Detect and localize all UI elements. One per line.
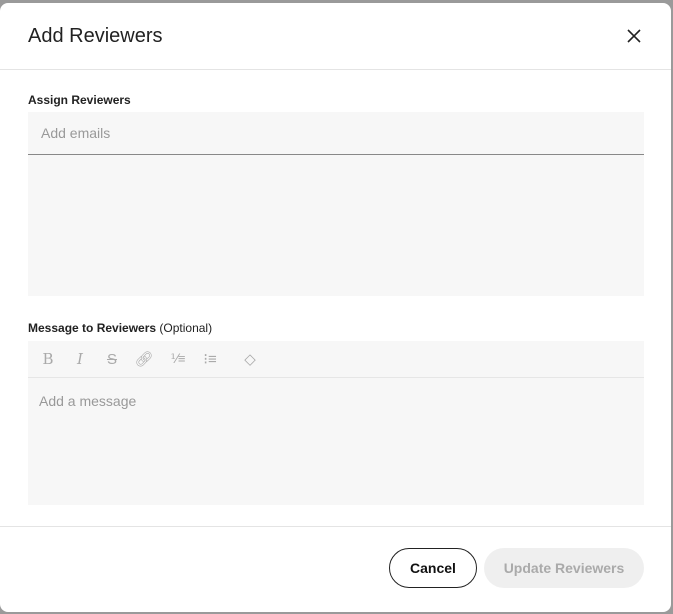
bullet-list-icon[interactable]: ⁝≡ — [200, 349, 220, 369]
update-reviewers-button[interactable]: Update Reviewers — [484, 548, 644, 588]
dialog-title: Add Reviewers — [28, 25, 163, 47]
message-label-text: Message to Reviewers — [28, 321, 157, 335]
close-icon[interactable] — [624, 26, 644, 46]
ordered-list-icon[interactable]: ⅟≡ — [168, 349, 188, 369]
eraser-icon[interactable]: ◇ — [240, 349, 260, 369]
cancel-button[interactable]: Cancel — [389, 548, 477, 588]
dialog-footer-divider — [0, 526, 671, 527]
assign-reviewers-label: Assign Reviewers — [28, 93, 131, 107]
dialog-header: Add Reviewers — [0, 3, 671, 70]
email-input[interactable]: Add emails — [28, 112, 644, 155]
link-icon[interactable]: 🔗︎ — [134, 349, 154, 369]
strikethrough-icon[interactable]: S — [102, 349, 122, 369]
message-label: Message to Reviewers (Optional) — [28, 321, 212, 335]
bold-icon[interactable]: B — [38, 349, 58, 369]
message-editor[interactable]: B I S 🔗︎ ⅟≡ ⁝≡ ◇ Add a message — [28, 341, 644, 505]
optional-label: (Optional) — [159, 321, 213, 335]
italic-icon[interactable]: I — [70, 349, 90, 369]
editor-toolbar: B I S 🔗︎ ⅟≡ ⁝≡ ◇ — [28, 341, 644, 378]
message-input[interactable]: Add a message — [28, 378, 644, 424]
email-field-area[interactable]: Add emails — [28, 112, 644, 296]
